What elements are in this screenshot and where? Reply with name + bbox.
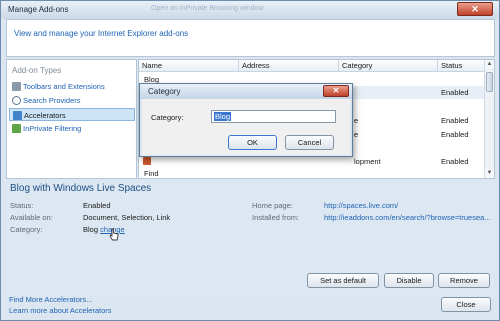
list-group-header: Find bbox=[139, 167, 486, 178]
column-header-category[interactable]: Category bbox=[339, 60, 438, 72]
homepage-link[interactable]: http://spaces.live.com/ bbox=[324, 201, 398, 210]
accelerator-icon bbox=[13, 111, 22, 120]
scroll-up-icon[interactable]: ▲ bbox=[485, 60, 494, 69]
category-input[interactable]: Blog bbox=[211, 110, 336, 123]
hand-cursor-icon bbox=[109, 228, 119, 241]
addon-type-label: Search Providers bbox=[23, 96, 81, 105]
list-scrollbar[interactable]: ▲ ▼ bbox=[484, 60, 494, 178]
dialog-title-bar[interactable]: Category ✕ bbox=[140, 84, 352, 99]
available-value: Document, Selection, Link bbox=[83, 213, 171, 222]
learn-more-link[interactable]: Learn more about Accelerators bbox=[9, 306, 112, 315]
header-panel: View and manage your Internet Explorer a… bbox=[6, 19, 495, 57]
dialog-title: Category bbox=[148, 87, 181, 96]
remove-button[interactable]: Remove bbox=[438, 273, 490, 288]
row-category: e bbox=[354, 116, 359, 125]
status-value: Enabled bbox=[83, 201, 111, 210]
row-status: Enabled bbox=[441, 130, 469, 139]
group-label: Find bbox=[144, 169, 159, 178]
details-panel: Blog with Windows Live Spaces Status: En… bbox=[6, 181, 495, 293]
header-description: View and manage your Internet Explorer a… bbox=[14, 29, 189, 38]
ok-button[interactable]: OK bbox=[228, 135, 277, 150]
row-status: Enabled bbox=[441, 88, 469, 97]
category-label: Category: bbox=[10, 225, 43, 234]
scroll-down-icon[interactable]: ▼ bbox=[485, 169, 494, 178]
dialog-category-label: Category: bbox=[151, 113, 184, 122]
addon-type-inprivate-filtering[interactable]: InPrivate Filtering bbox=[9, 122, 135, 135]
disable-button[interactable]: Disable bbox=[384, 273, 434, 288]
available-label: Available on: bbox=[10, 213, 53, 222]
find-more-accelerators-link[interactable]: Find More Accelerators... bbox=[9, 295, 92, 304]
search-icon bbox=[12, 96, 21, 105]
installed-from-label: Installed from: bbox=[252, 213, 300, 222]
homepage-label: Home page: bbox=[252, 201, 293, 210]
category-input-value: Blog bbox=[214, 112, 232, 121]
category-text: Blog bbox=[83, 225, 99, 234]
addon-type-label: InPrivate Filtering bbox=[23, 124, 82, 133]
installed-from-link[interactable]: http://ieaddons.com/en/search/?browse=tr… bbox=[324, 213, 491, 222]
row-status: Enabled bbox=[441, 116, 469, 125]
set-as-default-button[interactable]: Set as default bbox=[307, 273, 379, 288]
addon-type-search-providers[interactable]: Search Providers bbox=[9, 94, 135, 107]
category-dialog: Category ✕ Category: Blog OK Cancel bbox=[139, 83, 353, 157]
gear-icon bbox=[12, 82, 21, 91]
column-header-address[interactable]: Address bbox=[239, 60, 339, 72]
details-title: Blog with Windows Live Spaces bbox=[10, 183, 152, 194]
manage-addons-window: Manage Add-ons Open an InPrivate Browsin… bbox=[0, 0, 500, 321]
addon-type-label: Accelerators bbox=[24, 111, 66, 120]
addon-type-toolbars[interactable]: Toolbars and Extensions bbox=[9, 80, 135, 93]
column-header-status[interactable]: Status bbox=[438, 60, 486, 72]
scroll-thumb[interactable] bbox=[486, 72, 493, 92]
window-title: Manage Add-ons bbox=[8, 5, 69, 14]
addon-type-accelerators[interactable]: Accelerators bbox=[9, 108, 135, 121]
addon-types-heading: Add-on Types bbox=[12, 66, 62, 75]
cancel-button[interactable]: Cancel bbox=[285, 135, 334, 150]
addon-icon bbox=[143, 157, 151, 165]
close-button[interactable]: Close bbox=[441, 297, 491, 312]
row-category: e bbox=[354, 130, 359, 139]
window-close-button[interactable]: ✕ bbox=[457, 2, 493, 16]
dialog-body: Category: Blog OK Cancel bbox=[142, 99, 350, 155]
column-header-name[interactable]: Name bbox=[139, 60, 239, 72]
title-bar[interactable]: Manage Add-ons Open an InPrivate Browsin… bbox=[1, 1, 499, 19]
addon-type-label: Toolbars and Extensions bbox=[23, 82, 105, 91]
background-window-title: Open an InPrivate Browsing window bbox=[151, 5, 264, 12]
dialog-close-button[interactable]: ✕ bbox=[323, 85, 349, 97]
status-label: Status: bbox=[10, 201, 34, 210]
addon-types-pane: Add-on Types Toolbars and Extensions Sea… bbox=[6, 59, 137, 179]
inprivate-icon bbox=[12, 124, 21, 133]
